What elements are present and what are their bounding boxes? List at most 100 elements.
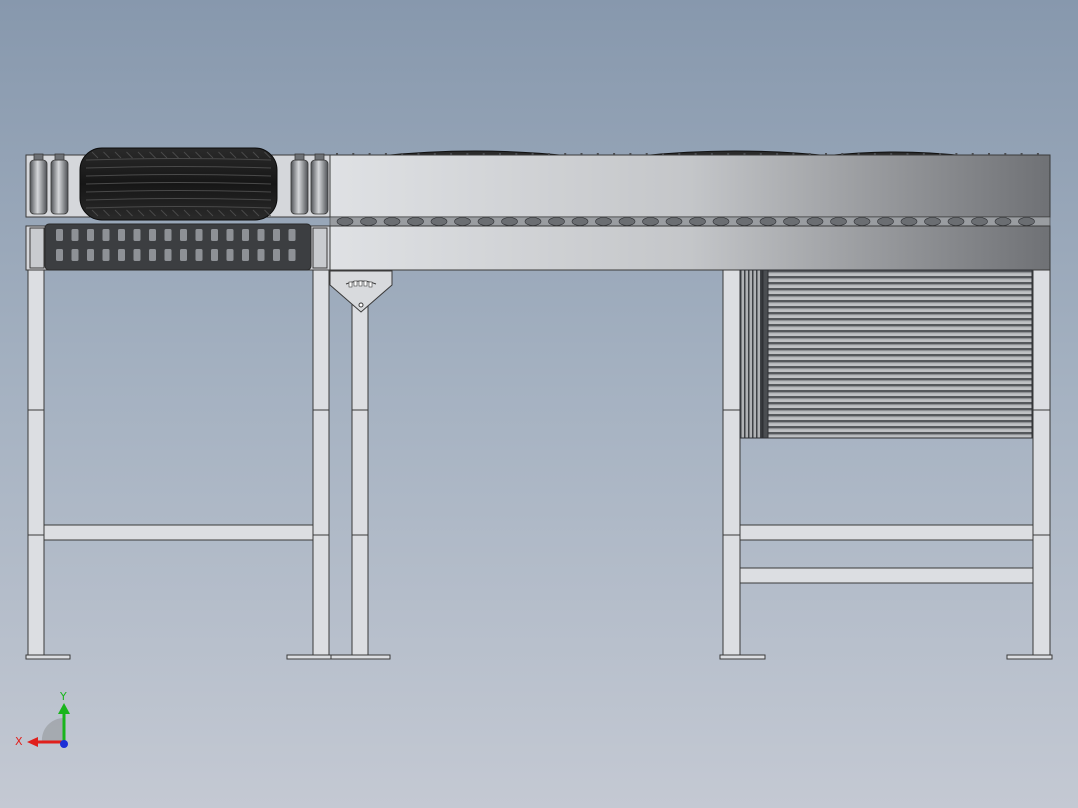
fastener-dot (792, 153, 795, 155)
right-stand-crossbar-upper (739, 524, 1034, 541)
conveyor-roller (877, 217, 894, 226)
conveyor-side-plate-upper (329, 154, 1051, 218)
middle-support (329, 270, 393, 660)
fastener-dot (841, 153, 844, 155)
fastener-dot (466, 153, 469, 155)
fastener-dot (759, 153, 762, 155)
perforation-hole (273, 249, 280, 261)
fastener-dot (955, 153, 958, 155)
fastener-dot (808, 153, 811, 155)
fastener-dot (1020, 153, 1023, 155)
perforation-hole (56, 249, 63, 261)
fastener-dot (515, 153, 518, 155)
left-stand-leg-outer (27, 269, 45, 657)
fastener-dot (971, 153, 974, 155)
perforation-hole (102, 229, 110, 241)
fastener-dot (433, 153, 436, 155)
conveyor-roller (947, 217, 965, 226)
fastener-dot (499, 153, 501, 155)
conveyor-roller (830, 217, 847, 226)
left-stand (25, 269, 332, 660)
right-stand-crossbar-lower (739, 567, 1034, 584)
conveyor-roller (454, 217, 471, 226)
conveyor-roller (571, 217, 589, 226)
y-axis-label: Y (59, 690, 67, 703)
fastener-dot (450, 153, 453, 155)
conveyor-roller (853, 217, 871, 226)
fastener-dot (873, 153, 876, 155)
conveyor-roller (383, 217, 401, 226)
perforation-hole (102, 249, 110, 261)
fastener-dot (613, 153, 616, 155)
conveyor-roller (548, 217, 565, 226)
perforation-hole (211, 249, 218, 261)
conveyor-roller (900, 217, 918, 226)
perforation-hole (288, 249, 296, 261)
coordinate-triad: Y X (15, 690, 70, 748)
fastener-dot (890, 153, 893, 155)
conveyor-roller (595, 217, 612, 226)
fastener-dot (743, 153, 746, 155)
fastener-dot (531, 153, 534, 155)
conveyor-roller (971, 217, 988, 226)
middle-support-leg (351, 299, 369, 657)
fastener-dot (1004, 153, 1007, 155)
perforation-hole (118, 229, 125, 241)
conveyor-side-plate-lower (329, 225, 1051, 271)
perforation-hole (164, 249, 172, 261)
fastener-dot (1036, 153, 1039, 155)
fastener-dot (401, 153, 404, 155)
conveyor-roller (618, 217, 636, 226)
fastener-dot (352, 153, 355, 155)
perforation-hole (257, 249, 265, 261)
left-stand-foot-right (286, 654, 332, 660)
conveyor-roller (524, 217, 542, 226)
fastener-dot (547, 153, 550, 155)
conveyor-roller (642, 217, 659, 226)
fastener-dot (384, 153, 387, 155)
perforation-hole (133, 249, 141, 261)
fastener-dot (417, 153, 420, 155)
fastener-dot (368, 153, 371, 155)
conveyor-roller (407, 217, 424, 226)
fastener-dot (596, 153, 599, 155)
perforation-hole (133, 229, 141, 241)
conveyor-roller (806, 217, 824, 226)
conveyor-roller (501, 217, 518, 226)
conveyor-roller (689, 217, 706, 226)
perforation-hole (242, 229, 249, 241)
conveyor-roller (1018, 217, 1035, 226)
perforation-hole (149, 229, 156, 241)
perforation-hole (56, 229, 63, 241)
x-axis-label: X (15, 735, 23, 748)
fastener-dot (336, 153, 338, 155)
conveyor-roller (924, 217, 941, 226)
fastener-dot (629, 153, 632, 155)
left-stand-leg-inner (312, 269, 330, 657)
perforation-hole (257, 229, 265, 241)
fastener-dot (482, 153, 485, 155)
fastener-dot (710, 153, 713, 155)
conveyor-roller (336, 217, 354, 226)
cad-viewport[interactable]: Y X (0, 0, 1078, 808)
perforation-hole (87, 229, 94, 241)
right-stand-foot-left (719, 654, 766, 660)
fastener-dot (564, 153, 567, 155)
right-stand-leg-left (722, 269, 741, 657)
fastener-dot (922, 153, 925, 155)
fastener-dot (857, 153, 860, 155)
perforation-hole (242, 249, 249, 261)
perforation-hole (118, 249, 125, 261)
fastener-dot (825, 153, 827, 155)
perforation-hole (226, 249, 234, 261)
perforation-hole (180, 229, 187, 241)
perforation-hole (273, 229, 280, 241)
perforation-hole (87, 249, 94, 261)
fastener-dot (939, 153, 942, 155)
perforation-hole (288, 229, 296, 241)
stacked-roller-bundle (739, 269, 1033, 439)
perforated-guard-panel (44, 223, 312, 271)
left-stand-foot-left (25, 654, 71, 660)
conveyor-roller (430, 217, 448, 226)
conveyor-roller (783, 217, 800, 226)
